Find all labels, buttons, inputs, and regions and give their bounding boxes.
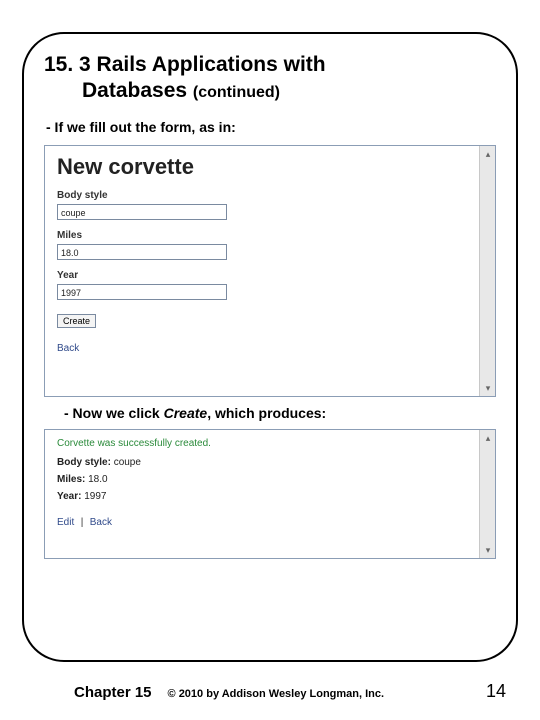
create-button[interactable]: Create [57,314,96,328]
screenshot-new-form: New corvette Body style coupe Miles 18.0… [44,145,496,397]
bullet-click-create-b: Create [164,405,208,421]
label-year: Year [57,270,483,281]
slide-title: 15. 3 Rails Applications with Databases … [42,52,498,105]
row-body-style-value: coupe [114,457,141,468]
flash-message: Corvette was successfully created. [57,438,483,449]
back-link-form[interactable]: Back [57,343,79,354]
bullet-click-create-c: , which produces: [207,405,326,421]
row-body-style: Body style: coupe [57,457,483,468]
row-miles-label: Miles: [57,474,85,485]
back-link-result[interactable]: Back [90,517,112,528]
row-year-label: Year: [57,491,81,502]
slide-footer: Chapter 15 © 2010 by Addison Wesley Long… [0,681,540,702]
scrollbar[interactable]: ▴ ▾ [479,430,495,558]
row-year-value: 1997 [84,491,106,502]
screenshot-result: Corvette was successfully created. Body … [44,429,496,559]
link-separator: | [81,517,84,528]
row-miles-value: 18.0 [88,474,107,485]
row-year: Year: 1997 [57,491,483,502]
label-body-style: Body style [57,190,483,201]
row-miles: Miles: 18.0 [57,474,483,485]
form-heading: New corvette [57,154,483,180]
label-miles: Miles [57,230,483,241]
scroll-down-icon[interactable]: ▾ [482,544,494,556]
slide-frame: 15. 3 Rails Applications with Databases … [22,32,518,662]
scrollbar[interactable]: ▴ ▾ [479,146,495,396]
bullet-fill-form: - If we fill out the form, as in: [46,119,498,135]
bullet-click-create: - Now we click Create, which produces: [64,405,498,421]
bullet-click-create-a: - Now we click [64,405,164,421]
title-line-2: Databases [82,79,187,102]
footer-copyright: © 2010 by Addison Wesley Longman, Inc. [168,688,486,700]
scroll-up-icon[interactable]: ▴ [482,148,494,160]
input-year[interactable]: 1997 [57,284,227,300]
input-miles[interactable]: 18.0 [57,244,227,260]
edit-link[interactable]: Edit [57,517,74,528]
scroll-down-icon[interactable]: ▾ [482,382,494,394]
footer-chapter: Chapter 15 [74,684,152,701]
footer-page-number: 14 [486,681,510,702]
title-continued: (continued) [193,84,280,101]
row-body-style-label: Body style: [57,457,111,468]
title-line-1: 15. 3 Rails Applications with [44,53,326,76]
input-body-style[interactable]: coupe [57,204,227,220]
scroll-up-icon[interactable]: ▴ [482,432,494,444]
